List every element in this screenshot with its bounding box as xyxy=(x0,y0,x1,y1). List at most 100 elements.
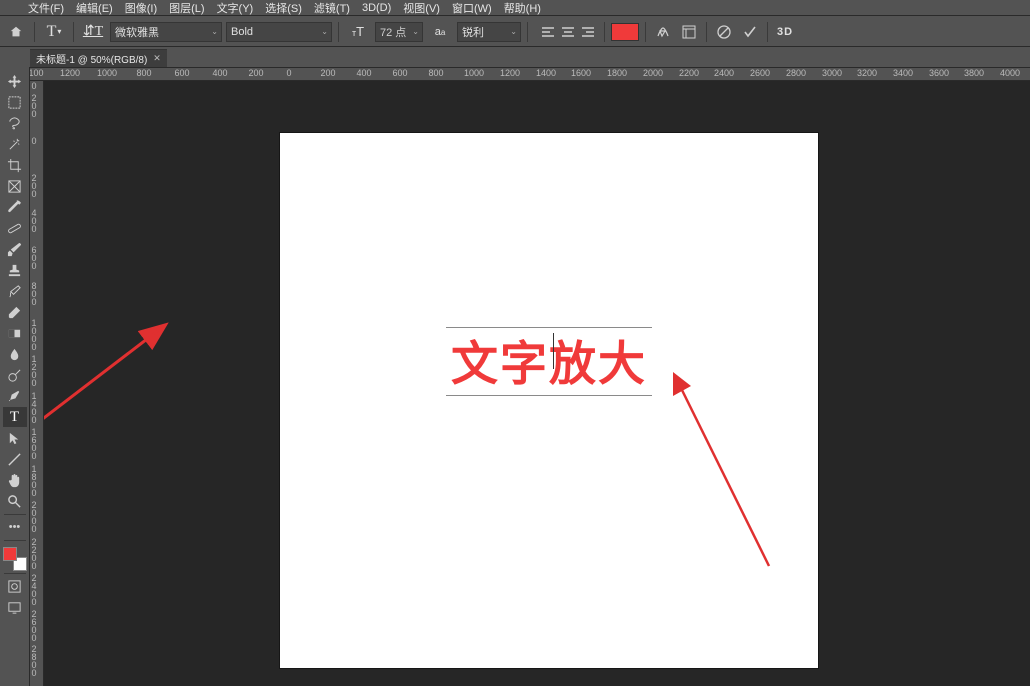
ruler-tick-label: 2600 xyxy=(30,609,38,641)
ruler-tick-label: 3800 xyxy=(964,68,984,78)
lasso-tool[interactable] xyxy=(3,113,27,133)
ruler-tick-label: 1400 xyxy=(536,68,556,78)
shape-tool[interactable] xyxy=(3,449,27,469)
zoom-tool[interactable] xyxy=(3,491,27,511)
text-color-swatch[interactable] xyxy=(611,23,639,41)
align-center-button[interactable] xyxy=(558,22,578,42)
ruler-tick-label: 1400 xyxy=(30,391,38,423)
ruler-tick-label: 3600 xyxy=(929,68,949,78)
ruler-tick-label: 2600 xyxy=(750,68,770,78)
ruler-tick-label: 1000 xyxy=(97,68,117,78)
font-size-field[interactable]: 72 点 ⌄ xyxy=(375,22,423,42)
quick-mask-button[interactable] xyxy=(3,576,27,596)
ruler-tick-label: 800 xyxy=(428,68,443,78)
ruler-tick-label: 400 xyxy=(356,68,371,78)
commit-button[interactable] xyxy=(739,21,761,43)
warp-text-button[interactable] xyxy=(652,21,674,43)
ruler-tick-label: 1800 xyxy=(30,464,38,496)
canvas-area[interactable]: 文字放大 xyxy=(44,81,1030,686)
tools-panel: T ••• xyxy=(0,67,30,686)
menu-layer[interactable]: 图层(L) xyxy=(163,0,210,17)
3d-button[interactable]: 3D xyxy=(774,21,796,43)
gradient-tool[interactable] xyxy=(3,323,27,343)
history-brush-icon xyxy=(7,284,22,299)
lasso-icon xyxy=(7,116,22,131)
cancel-button[interactable] xyxy=(713,21,735,43)
dodge-tool[interactable] xyxy=(3,365,27,385)
more-tools[interactable]: ••• xyxy=(3,517,27,537)
ruler-top[interactable]: 1001200100080060040020002004006008001000… xyxy=(30,67,1030,81)
menu-help[interactable]: 帮助(H) xyxy=(498,0,547,17)
blur-tool[interactable] xyxy=(3,344,27,364)
bandaid-icon xyxy=(7,221,22,236)
move-tool[interactable] xyxy=(3,71,27,91)
divider xyxy=(706,22,707,42)
stamp-tool[interactable] xyxy=(3,260,27,280)
brush-tool[interactable] xyxy=(3,239,27,259)
type-tool-icon: T xyxy=(47,23,57,41)
crop-tool[interactable] xyxy=(3,155,27,175)
ruler-tick-label: 2000 xyxy=(30,500,38,532)
artboard[interactable]: 文字放大 xyxy=(280,133,818,668)
font-weight-dropdown[interactable]: Bold ⌄ xyxy=(226,22,332,42)
menu-view[interactable]: 视图(V) xyxy=(397,0,446,17)
frame-tool[interactable] xyxy=(3,176,27,196)
font-family-dropdown[interactable]: 微软雅黑 ⌄ xyxy=(110,22,222,42)
doc-tab-bar: 未标题-1 @ 50%(RGB/8) ✕ xyxy=(30,49,167,67)
divider xyxy=(645,22,646,42)
ruler-left[interactable]: 0200020040060080010001200140016001800200… xyxy=(30,81,44,686)
ruler-tick-label: 2200 xyxy=(30,537,38,569)
current-tool-icon[interactable]: T ▾ xyxy=(41,21,67,43)
marquee-icon xyxy=(7,95,22,110)
ruler-tick-label: 600 xyxy=(392,68,407,78)
hand-tool[interactable] xyxy=(3,470,27,490)
menu-select[interactable]: 选择(S) xyxy=(259,0,308,17)
annotation-arrow-1 xyxy=(44,316,184,436)
screen-mode-button[interactable] xyxy=(3,597,27,617)
ruler-tick-label: 1800 xyxy=(607,68,627,78)
menu-type[interactable]: 文字(Y) xyxy=(211,0,260,17)
ruler-tick-label: 0 xyxy=(30,81,38,89)
menu-edit[interactable]: 编辑(E) xyxy=(70,0,119,17)
menu-file[interactable]: 文件(F) xyxy=(22,0,70,17)
heal-tool[interactable] xyxy=(3,218,27,238)
history-brush-tool[interactable] xyxy=(3,281,27,301)
doc-tab[interactable]: 未标题-1 @ 50%(RGB/8) ✕ xyxy=(30,49,167,67)
text-orientation-icon: ⇵T xyxy=(83,23,103,40)
ruler-tick-label: 1600 xyxy=(30,427,38,459)
home-button[interactable] xyxy=(4,20,28,44)
fg-color-swatch[interactable] xyxy=(3,547,17,561)
ruler-tick-label: 2000 xyxy=(643,68,663,78)
ruler-tick-label: 1600 xyxy=(571,68,591,78)
character-panel-button[interactable] xyxy=(678,21,700,43)
ruler-tick-label: 2800 xyxy=(30,644,38,676)
gradient-icon xyxy=(7,326,22,341)
marquee-tool[interactable] xyxy=(3,92,27,112)
text-layer[interactable]: 文字放大 xyxy=(451,325,647,394)
align-right-button[interactable] xyxy=(578,22,598,42)
hand-icon xyxy=(7,473,22,488)
text-orientation-button[interactable]: ⇵T xyxy=(80,21,106,43)
path-select-tool[interactable] xyxy=(3,428,27,448)
align-center-icon xyxy=(561,25,575,39)
menu-image[interactable]: 图像(I) xyxy=(119,0,163,17)
cancel-icon xyxy=(716,24,732,40)
type-tool[interactable]: T xyxy=(3,407,27,427)
pen-icon xyxy=(7,389,22,404)
ruler-tick-label: 100 xyxy=(30,68,44,78)
close-icon[interactable]: ✕ xyxy=(153,53,161,64)
menu-window[interactable]: 窗口(W) xyxy=(446,0,498,17)
doc-tab-title: 未标题-1 @ 50%(RGB/8) xyxy=(36,51,147,66)
eraser-tool[interactable] xyxy=(3,302,27,322)
menu-filter[interactable]: 滤镜(T) xyxy=(308,0,356,17)
eyedropper-tool[interactable] xyxy=(3,197,27,217)
antialias-dropdown[interactable]: 锐利 ⌄ xyxy=(457,22,521,42)
pen-tool[interactable] xyxy=(3,386,27,406)
align-left-button[interactable] xyxy=(538,22,558,42)
menu-3d[interactable]: 3D(D) xyxy=(356,1,397,15)
quick-select-tool[interactable] xyxy=(3,134,27,154)
frame-icon xyxy=(7,179,22,194)
color-swatches[interactable] xyxy=(3,547,27,571)
ruler-tick-label: 1000 xyxy=(30,318,38,350)
divider xyxy=(604,22,605,42)
